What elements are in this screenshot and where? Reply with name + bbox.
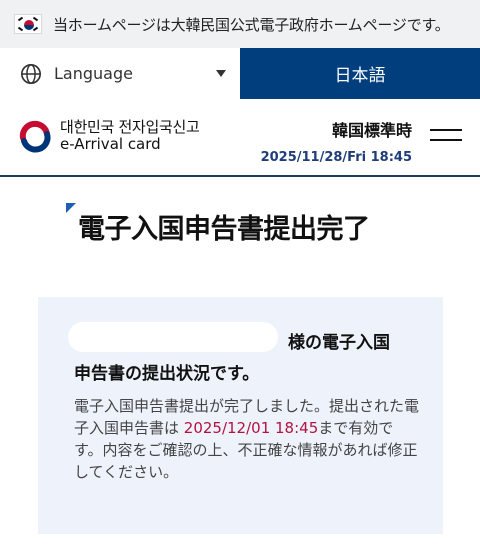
logo-english-text: e-Arrival card <box>60 135 161 154</box>
current-language-button[interactable]: 日本語 <box>240 48 480 99</box>
status-message: 電子入国申告書提出が完了しました。提出された電子入国申告書は 2025/12/0… <box>74 395 419 483</box>
page-title: 電子入国申告書提出完了 <box>78 214 370 245</box>
globe-icon <box>21 63 41 84</box>
site-header: 대한민국 전자입국신고 e-Arrival card 韓国標準時 2025/11… <box>0 99 480 177</box>
time-title: 韓国標準時 <box>331 121 412 140</box>
page-title-wrap: 電子入国申告書提出完了 <box>66 203 370 246</box>
time-value: 2025/11/28/Fri 18:45 <box>260 150 412 165</box>
gov-banner-text: 当ホームページは大韓民国公式電子政府ホームページです。 <box>53 15 450 34</box>
title-accent-icon <box>66 203 76 213</box>
status-heading-line2: 申告書の提出状況です。 <box>74 364 260 384</box>
language-bar: Language 日本語 <box>0 48 480 99</box>
status-heading-line1: 様の電子入国 <box>288 333 390 353</box>
gov-banner: 当ホームページは大韓民国公式電子政府ホームページです。 <box>0 0 480 48</box>
korean-flag-icon <box>14 14 42 34</box>
submission-status-box: 様の電子入国 申告書の提出状況です。 電子入国申告書提出が完了しました。提出され… <box>38 297 443 534</box>
hamburger-menu-icon[interactable] <box>430 127 462 143</box>
redacted-name <box>68 322 278 352</box>
logo-korean-text: 대한민국 전자입국신고 <box>60 118 200 136</box>
korea-standard-time: 韓国標準時 2025/11/28/Fri 18:45 <box>261 117 412 165</box>
site-logo[interactable]: 대한민국 전자입국신고 e-Arrival card <box>18 118 200 154</box>
expiry-datetime: 2025/12/01 18:45 <box>183 419 319 437</box>
logo-emblem-icon <box>19 121 51 153</box>
caret-down-icon <box>216 70 226 77</box>
language-select-label: Language <box>54 64 133 83</box>
language-select[interactable]: Language <box>0 48 240 99</box>
